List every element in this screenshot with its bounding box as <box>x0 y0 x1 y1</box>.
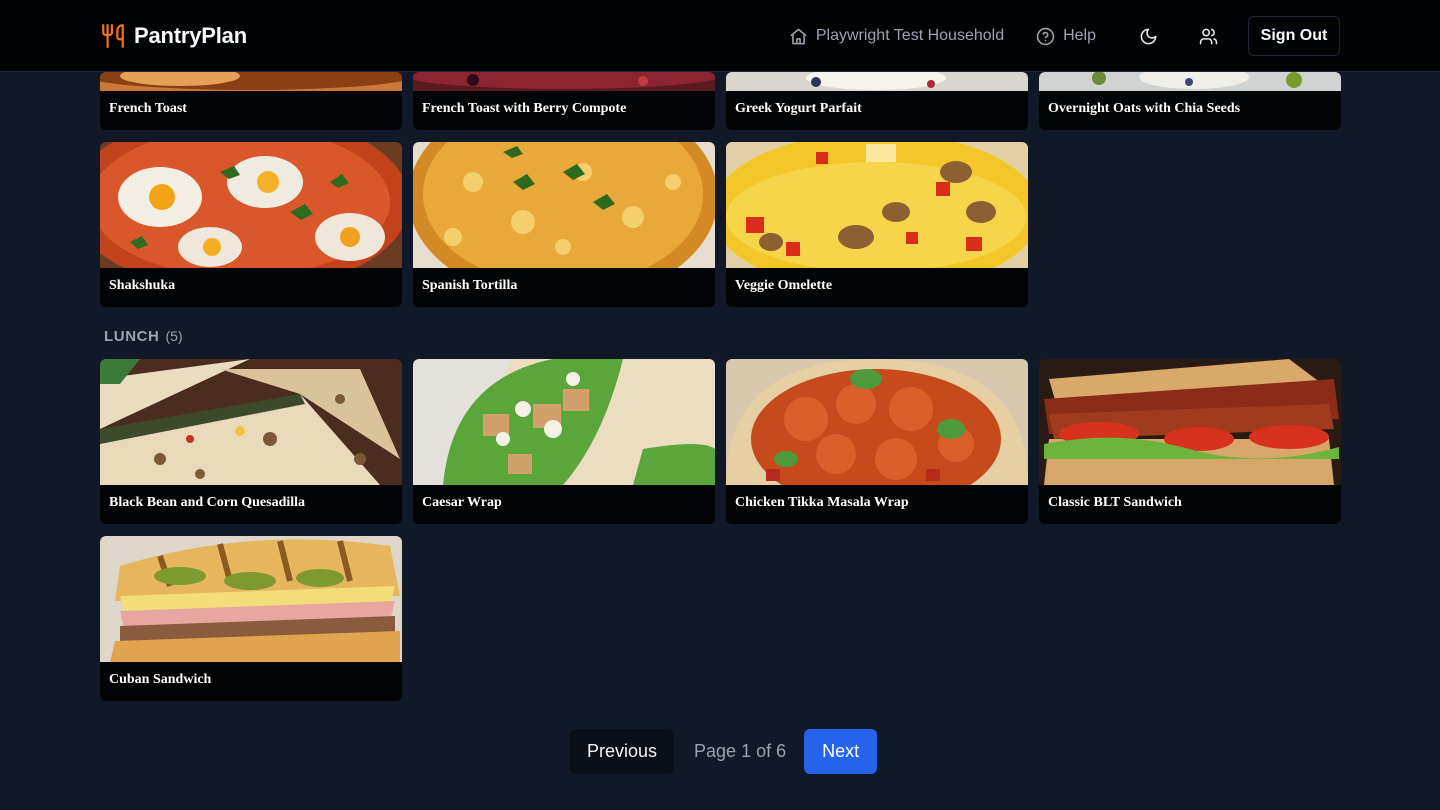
recipe-image <box>100 72 402 91</box>
home-icon <box>790 28 807 44</box>
help-link[interactable]: Help <box>1036 27 1096 46</box>
recipe-card-blt[interactable]: Classic BLT Sandwich <box>1039 359 1341 524</box>
section-count: (5) <box>165 328 183 344</box>
household-members-button[interactable] <box>1198 26 1218 46</box>
page-indicator: Page 1 of 6 <box>694 741 787 761</box>
recipe-name: Veggie Omelette <box>735 278 833 293</box>
section-title-text: LUNCH <box>104 328 160 345</box>
recipe-name: French Toast <box>109 101 187 116</box>
recipe-image <box>1039 359 1341 485</box>
recipe-image <box>413 359 715 485</box>
brand-name: PantryPlan <box>134 23 247 48</box>
recipe-image <box>100 359 402 485</box>
recipe-name: Cuban Sandwich <box>109 672 212 687</box>
recipe-card-cuban-sandwich[interactable]: Cuban Sandwich <box>100 536 402 701</box>
recipe-card-overnight-oats[interactable]: Overnight Oats with Chia Seeds <box>1039 72 1341 130</box>
household-link[interactable]: Playwright Test Household <box>789 27 1004 46</box>
previous-page-button[interactable]: Previous <box>570 729 675 774</box>
header-actions: Playwright Test Household Help Sign Out <box>789 16 1340 56</box>
recipe-card-french-toast-berry[interactable]: French Toast with Berry Compote <box>413 72 715 130</box>
recipe-image <box>726 72 1028 91</box>
recipe-name: Shakshuka <box>109 278 176 293</box>
users-icon <box>1199 28 1217 44</box>
recipe-name: Overnight Oats with Chia Seeds <box>1048 101 1241 116</box>
recipe-image <box>100 536 402 662</box>
recipe-name: French Toast with Berry Compote <box>422 101 627 116</box>
help-circle-icon <box>1036 27 1055 45</box>
recipe-image <box>413 142 715 268</box>
recipe-card-french-toast[interactable]: French Toast <box>100 72 402 130</box>
theme-toggle-button[interactable] <box>1138 26 1158 46</box>
recipe-name: Greek Yogurt Parfait <box>735 101 862 116</box>
top-navbar: PantryPlan Playwright Test Household Hel… <box>0 0 1440 72</box>
recipe-name: Black Bean and Corn Quesadilla <box>109 495 306 510</box>
moon-icon <box>1140 28 1156 44</box>
recipe-card-caesar-wrap[interactable]: Caesar Wrap <box>413 359 715 524</box>
recipe-image <box>413 72 715 91</box>
recipe-name: Classic BLT Sandwich <box>1048 495 1182 510</box>
recipe-image <box>1039 72 1341 91</box>
recipe-card-spanish-tortilla[interactable]: Spanish Tortilla <box>413 142 715 307</box>
recipe-image <box>100 142 402 268</box>
recipe-card-quesadilla[interactable]: Black Bean and Corn Quesadilla <box>100 359 402 524</box>
recipe-name: Caesar Wrap <box>422 495 502 510</box>
recipe-card-veggie-omelette[interactable]: Veggie Omelette <box>726 142 1028 307</box>
household-name: Playwright Test Household <box>815 27 1005 44</box>
recipe-image <box>726 142 1028 268</box>
recipe-image <box>726 359 1028 485</box>
recipe-name: Chicken Tikka Masala Wrap <box>735 495 909 510</box>
recipe-name: Spanish Tortilla <box>422 278 518 293</box>
pagination: Previous Page 1 of 6 Next <box>570 729 878 774</box>
recipe-card-greek-yogurt[interactable]: Greek Yogurt Parfait <box>726 72 1028 130</box>
section-title-lunch: LUNCH (5) <box>104 328 183 345</box>
fork-knife-icon <box>102 24 124 48</box>
recipe-card-shakshuka[interactable]: Shakshuka <box>100 142 402 307</box>
brand-logo[interactable]: PantryPlan <box>100 22 247 50</box>
sign-out-button[interactable]: Sign Out <box>1248 16 1340 56</box>
recipe-card-tikka-wrap[interactable]: Chicken Tikka Masala Wrap <box>726 359 1028 524</box>
next-page-button[interactable]: Next <box>804 729 878 774</box>
help-label: Help <box>1063 27 1096 44</box>
